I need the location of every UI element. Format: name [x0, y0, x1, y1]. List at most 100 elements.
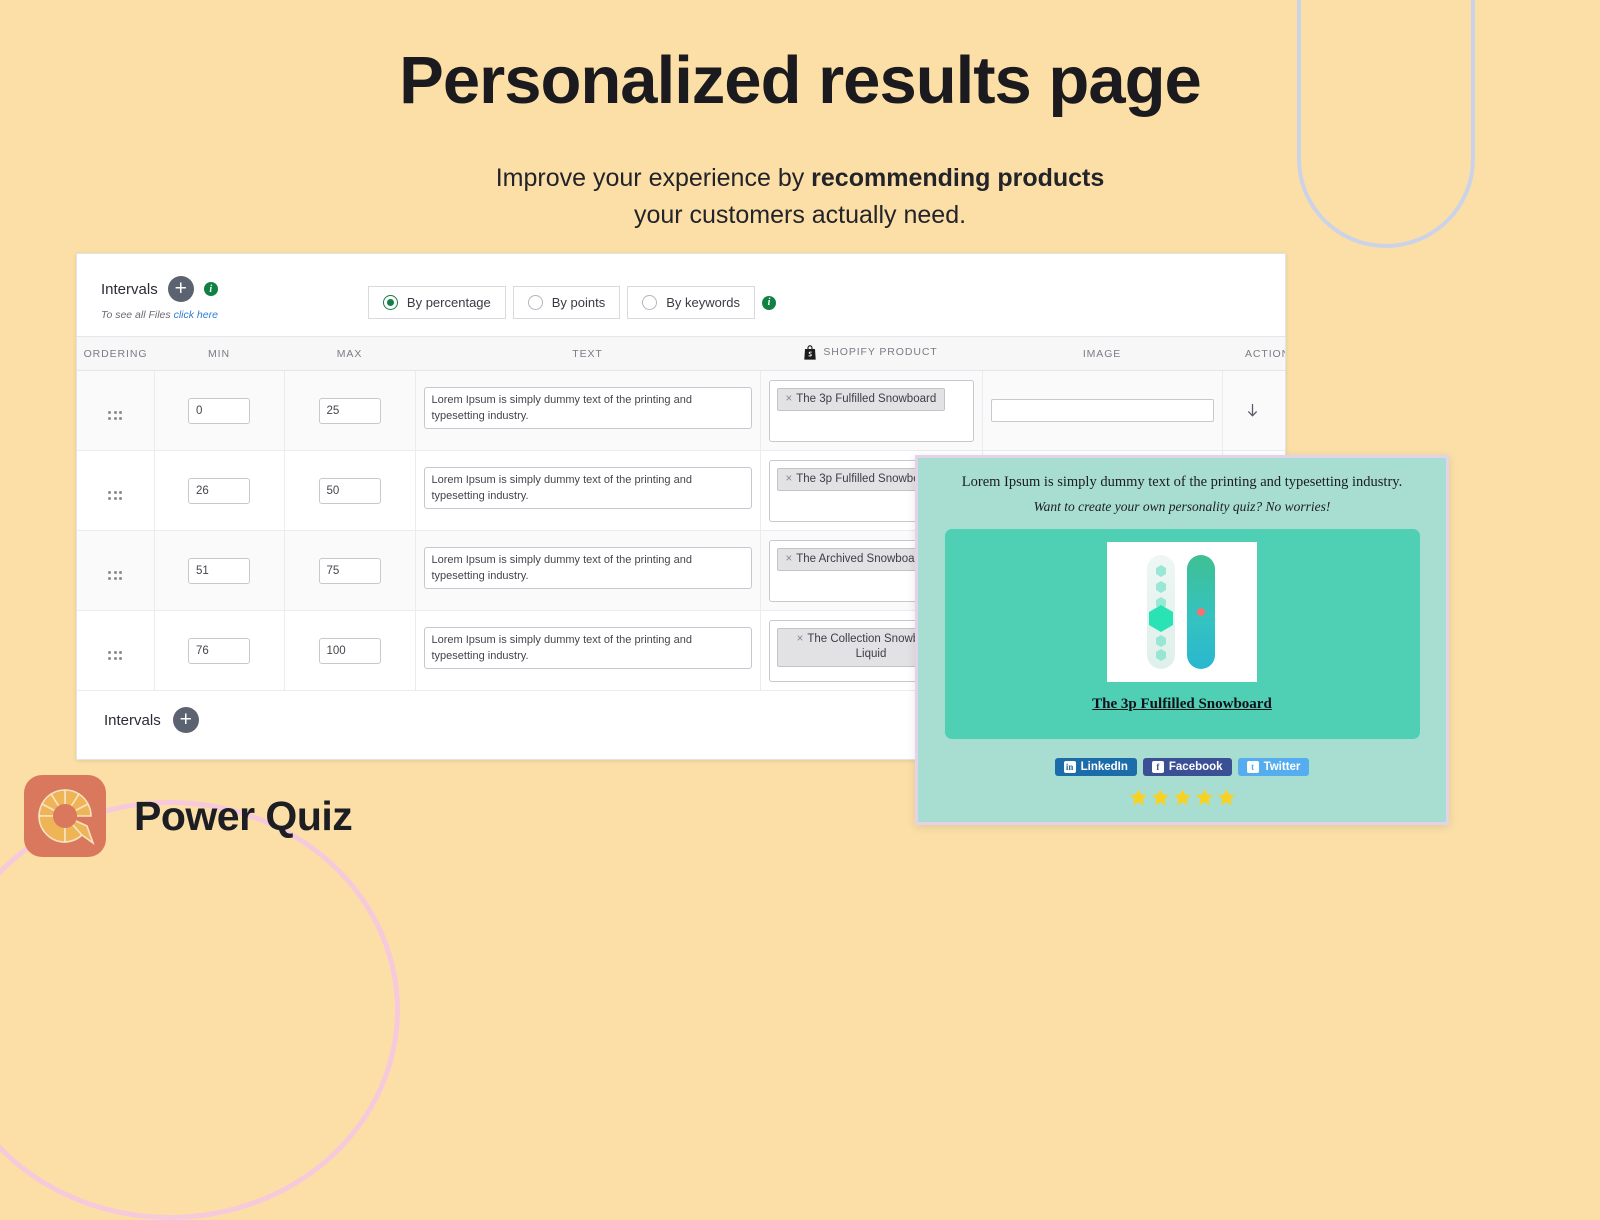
radio-by-points[interactable]: By points	[512, 286, 621, 319]
min-input[interactable]	[188, 477, 250, 504]
drag-handle-icon[interactable]	[108, 651, 123, 660]
cell-ordering	[77, 370, 155, 451]
min-input[interactable]	[188, 637, 250, 664]
drag-handle-icon[interactable]	[108, 491, 123, 500]
max-input[interactable]	[318, 477, 381, 504]
radio-label: By points	[551, 295, 606, 310]
product-tag[interactable]: × The 3p Fulfilled Snowboard	[776, 387, 946, 412]
subtitle-line1-prefix: Improve your experience by	[495, 163, 812, 192]
image-input[interactable]	[990, 399, 1214, 422]
shopify-bag-icon	[804, 344, 817, 360]
radio-by-percentage[interactable]: By percentage	[367, 286, 506, 319]
table-row: Lorem Ipsum is simply dummy text of the …	[77, 370, 1286, 451]
cell-min	[154, 610, 285, 691]
cell-product: × The 3p Fulfilled Snowboard	[760, 370, 983, 451]
max-input[interactable]	[318, 637, 381, 664]
radio-by-keywords[interactable]: By keywords	[627, 286, 755, 319]
remove-tag-icon[interactable]: ×	[786, 393, 793, 405]
twitter-icon: t	[1246, 761, 1259, 773]
share-linkedin-button[interactable]: in LinkedIn	[1054, 758, 1137, 776]
drag-handle-icon[interactable]	[108, 411, 123, 420]
results-preview-card: Lorem Ipsum is simply dummy text of the …	[915, 455, 1449, 825]
share-label: Facebook	[1168, 761, 1223, 773]
app-logo	[24, 775, 106, 857]
hero-section: Personalized results page Improve your e…	[0, 0, 1600, 235]
drag-handle-icon[interactable]	[108, 571, 123, 580]
col-actions: ACTIONS	[1222, 336, 1285, 371]
add-interval-button[interactable]: +	[167, 276, 194, 302]
table-header-row: ORDERING MIN MAX TEXT SHOPIFY PRODUCT IM…	[77, 336, 1285, 371]
intervals-header-block: Intervals + i To see all Files click her…	[101, 276, 218, 321]
cell-ordering	[77, 450, 155, 531]
star-icon[interactable]	[1217, 788, 1236, 807]
product-tag[interactable]: × The Archived Snowboard	[776, 547, 934, 572]
subtitle-highlight: recommending products	[811, 163, 1105, 192]
share-facebook-button[interactable]: f Facebook	[1142, 758, 1232, 776]
product-image	[1107, 542, 1257, 682]
cell-max	[284, 530, 416, 611]
product-tag-label: The 3p Fulfilled Snowboard	[796, 392, 937, 405]
cell-max	[284, 610, 416, 691]
decorative-pink-arc	[0, 800, 400, 1220]
max-input[interactable]	[318, 557, 381, 584]
cell-actions	[1222, 370, 1286, 451]
linkedin-icon: in	[1063, 761, 1076, 773]
radio-label: By percentage	[406, 295, 491, 310]
brand-lockup: Power Quiz	[24, 775, 353, 857]
files-note-text: To see all Files	[101, 309, 174, 321]
add-interval-button-footer[interactable]: +	[172, 707, 199, 733]
panel-toolbar: Intervals + i To see all Files click her…	[77, 254, 1285, 336]
cell-text: Lorem Ipsum is simply dummy text of the …	[415, 370, 761, 451]
col-image: IMAGE	[982, 336, 1222, 371]
col-shopify-product-label: SHOPIFY PRODUCT	[823, 346, 938, 358]
text-textarea[interactable]: Lorem Ipsum is simply dummy text of the …	[423, 547, 752, 589]
subtitle-line2: your customers actually need.	[633, 201, 967, 230]
text-textarea[interactable]: Lorem Ipsum is simply dummy text of the …	[423, 627, 752, 669]
min-input[interactable]	[188, 397, 250, 424]
move-down-icon[interactable]	[1244, 402, 1261, 419]
brand-name: Power Quiz	[134, 792, 353, 839]
files-note: To see all Files click here	[101, 309, 218, 321]
cell-image	[982, 370, 1223, 451]
cell-min	[154, 450, 285, 531]
star-icon[interactable]	[1173, 788, 1192, 807]
share-label: Twitter	[1263, 761, 1301, 773]
preview-sub-text: Want to create your own personality quiz…	[1033, 499, 1331, 514]
col-text: TEXT	[415, 336, 760, 371]
remove-tag-icon[interactable]: ×	[797, 633, 804, 645]
col-ordering: ORDERING	[77, 336, 154, 371]
info-icon[interactable]: i	[203, 282, 218, 296]
product-select[interactable]: × The 3p Fulfilled Snowboard	[768, 379, 974, 442]
intervals-header-row: Intervals + i	[101, 276, 218, 302]
cell-text: Lorem Ipsum is simply dummy text of the …	[415, 450, 761, 531]
cell-text: Lorem Ipsum is simply dummy text of the …	[415, 530, 761, 611]
power-quiz-logo-icon	[38, 789, 95, 846]
product-link[interactable]: The 3p Fulfilled Snowboard	[1092, 696, 1272, 713]
share-twitter-button[interactable]: t Twitter	[1237, 758, 1310, 776]
footer-intervals-label: Intervals	[104, 711, 161, 729]
max-input[interactable]	[318, 397, 381, 424]
page-subtitle: Improve your experience by recommending …	[0, 160, 1600, 235]
text-textarea[interactable]: Lorem Ipsum is simply dummy text of the …	[423, 467, 752, 509]
star-icon[interactable]	[1129, 788, 1148, 807]
col-min: MIN	[154, 336, 284, 371]
text-textarea[interactable]: Lorem Ipsum is simply dummy text of the …	[423, 387, 752, 429]
mode-info-icon[interactable]: i	[761, 295, 776, 310]
preview-product-card: The 3p Fulfilled Snowboard	[944, 529, 1420, 739]
cell-min	[154, 530, 285, 611]
remove-tag-icon[interactable]: ×	[786, 553, 793, 565]
cell-max	[284, 450, 416, 531]
min-input[interactable]	[188, 557, 250, 584]
delete-icon[interactable]	[1283, 402, 1286, 419]
files-link[interactable]: click here	[174, 309, 218, 321]
scoring-mode-group: By percentage By points By keywords i	[367, 286, 776, 319]
page-title: Personalized results page	[399, 43, 1202, 118]
cell-min	[154, 370, 285, 451]
remove-tag-icon[interactable]: ×	[786, 473, 793, 485]
radio-circle-icon	[642, 295, 658, 310]
star-icon[interactable]	[1151, 788, 1170, 807]
snowboards-image	[1147, 555, 1215, 669]
col-max: MAX	[284, 336, 415, 371]
star-icon[interactable]	[1195, 788, 1214, 807]
radio-circle-icon	[527, 295, 543, 310]
